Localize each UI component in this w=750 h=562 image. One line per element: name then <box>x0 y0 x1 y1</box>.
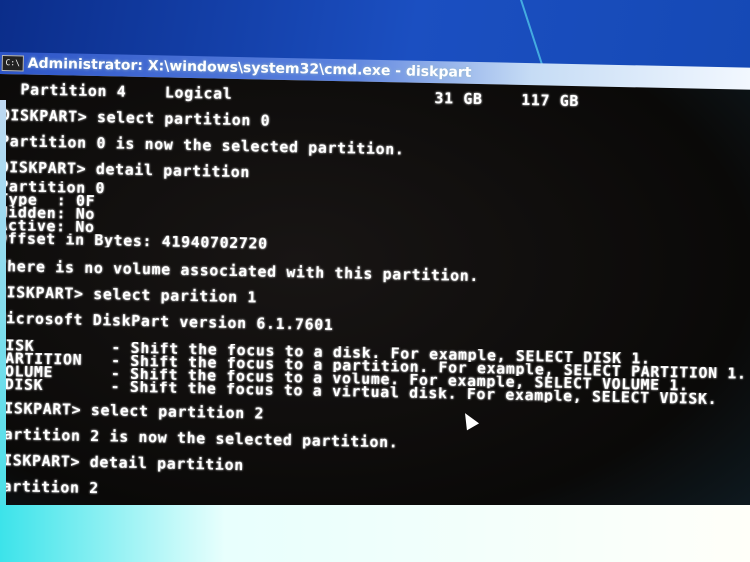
cmd-icon: C:\ <box>1 55 24 72</box>
screen-glare <box>0 100 6 510</box>
console-output[interactable]: Partition 4 Logical 31 GB 117 GB DISKPAR… <box>0 73 750 540</box>
desktop-streak <box>520 0 544 67</box>
cmd-window[interactable]: C:\ Administrator: X:\windows\system32\c… <box>0 52 750 540</box>
screen-glare <box>0 505 750 562</box>
